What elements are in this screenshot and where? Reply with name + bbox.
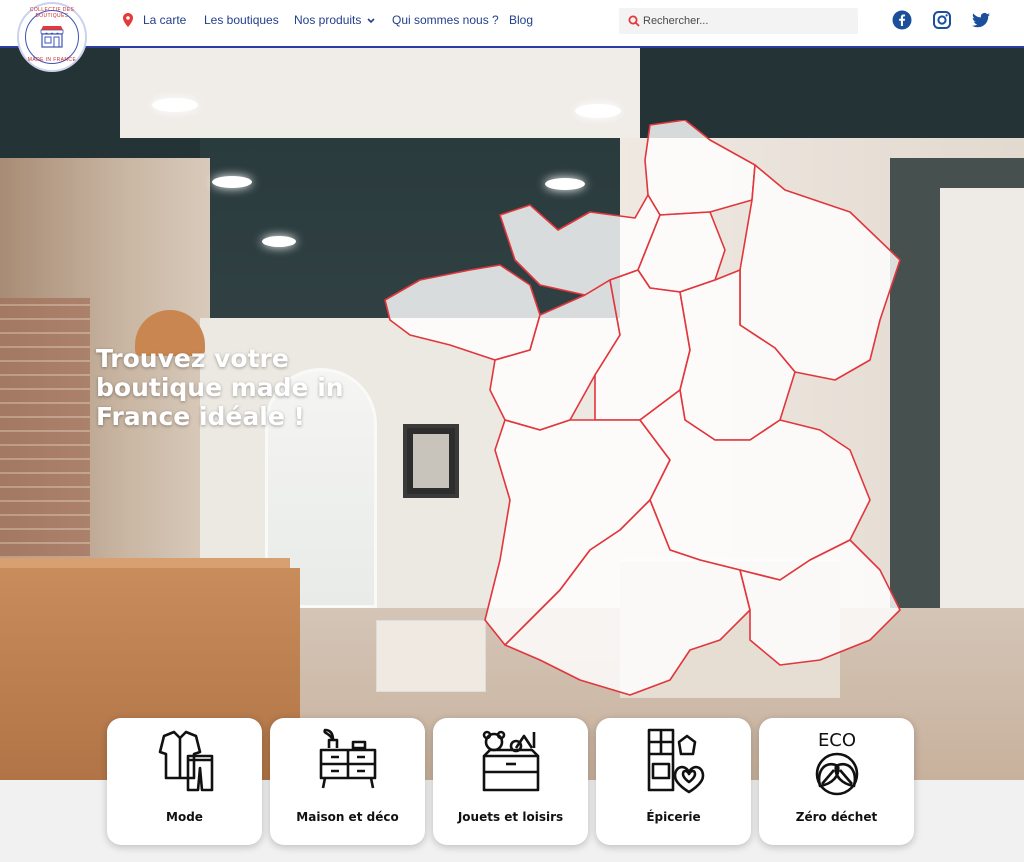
ceiling-light [262,236,296,247]
nav-link-blog[interactable]: Blog [509,13,533,27]
logo-bottom-text: MADE IN FRANCE [27,57,77,63]
category-cards: Mode Maison et déco Jouets et loisirs Ép… [107,718,914,846]
hero-photo-bricks [0,298,90,598]
hero-banner: Trouvez votre boutique made in France id… [0,48,1024,780]
shop-icon [40,26,64,48]
search-icon [628,15,640,27]
hero-title: Trouvez votre boutique made in France id… [96,344,344,431]
category-label: Jouets et loisirs [457,810,564,824]
category-card-epicerie[interactable]: Épicerie [596,718,751,845]
map-region-hauts-de-france [644,120,756,216]
eco-icon-text: ECO [818,730,856,751]
category-card-jouets-et-loisirs[interactable]: Jouets et loisirs [433,718,588,845]
map-region-bretagne [384,264,541,361]
nav-link-les-boutiques[interactable]: Les boutiques [204,13,279,27]
ceiling-light [575,104,621,118]
top-navigation-bar: La carte Les boutiques Nos produits Qui … [0,0,1024,48]
search-box[interactable] [619,8,858,34]
search-input[interactable] [643,12,848,30]
map-pin-icon [123,13,133,27]
nav-link-qui-sommes-nous[interactable]: Qui sommes nous ? [392,13,499,27]
ceiling-light [212,176,252,188]
facebook-icon[interactable] [892,10,912,30]
ceiling-light [152,98,198,112]
twitter-icon[interactable] [971,10,991,30]
category-label: Maison et déco [296,810,399,824]
nav-link-la-carte[interactable]: La carte [143,13,186,27]
toys-icon [482,730,540,792]
category-label: Mode [166,810,203,824]
nav-link-nos-produits[interactable]: Nos produits [294,13,375,27]
nav-link-label: Nos produits [294,13,362,27]
furniture-icon [319,728,377,789]
category-card-maison-et-deco[interactable]: Maison et déco [270,718,425,845]
collectif-logo[interactable]: COLLECTIF DES BOUTIQUES MADE IN FRANCE [17,2,87,72]
category-label: Épicerie [646,810,701,824]
instagram-icon[interactable] [932,10,952,30]
grocery-icon [647,728,705,794]
category-card-zero-dechet[interactable]: ECO Zéro déchet [759,718,914,845]
category-card-mode[interactable]: Mode [107,718,262,845]
category-label: Zéro déchet [795,810,878,824]
chevron-down-icon [367,18,375,23]
france-regions-map[interactable] [380,120,925,710]
eco-leaf-icon: ECO [815,730,859,796]
clothing-icon [158,730,214,792]
